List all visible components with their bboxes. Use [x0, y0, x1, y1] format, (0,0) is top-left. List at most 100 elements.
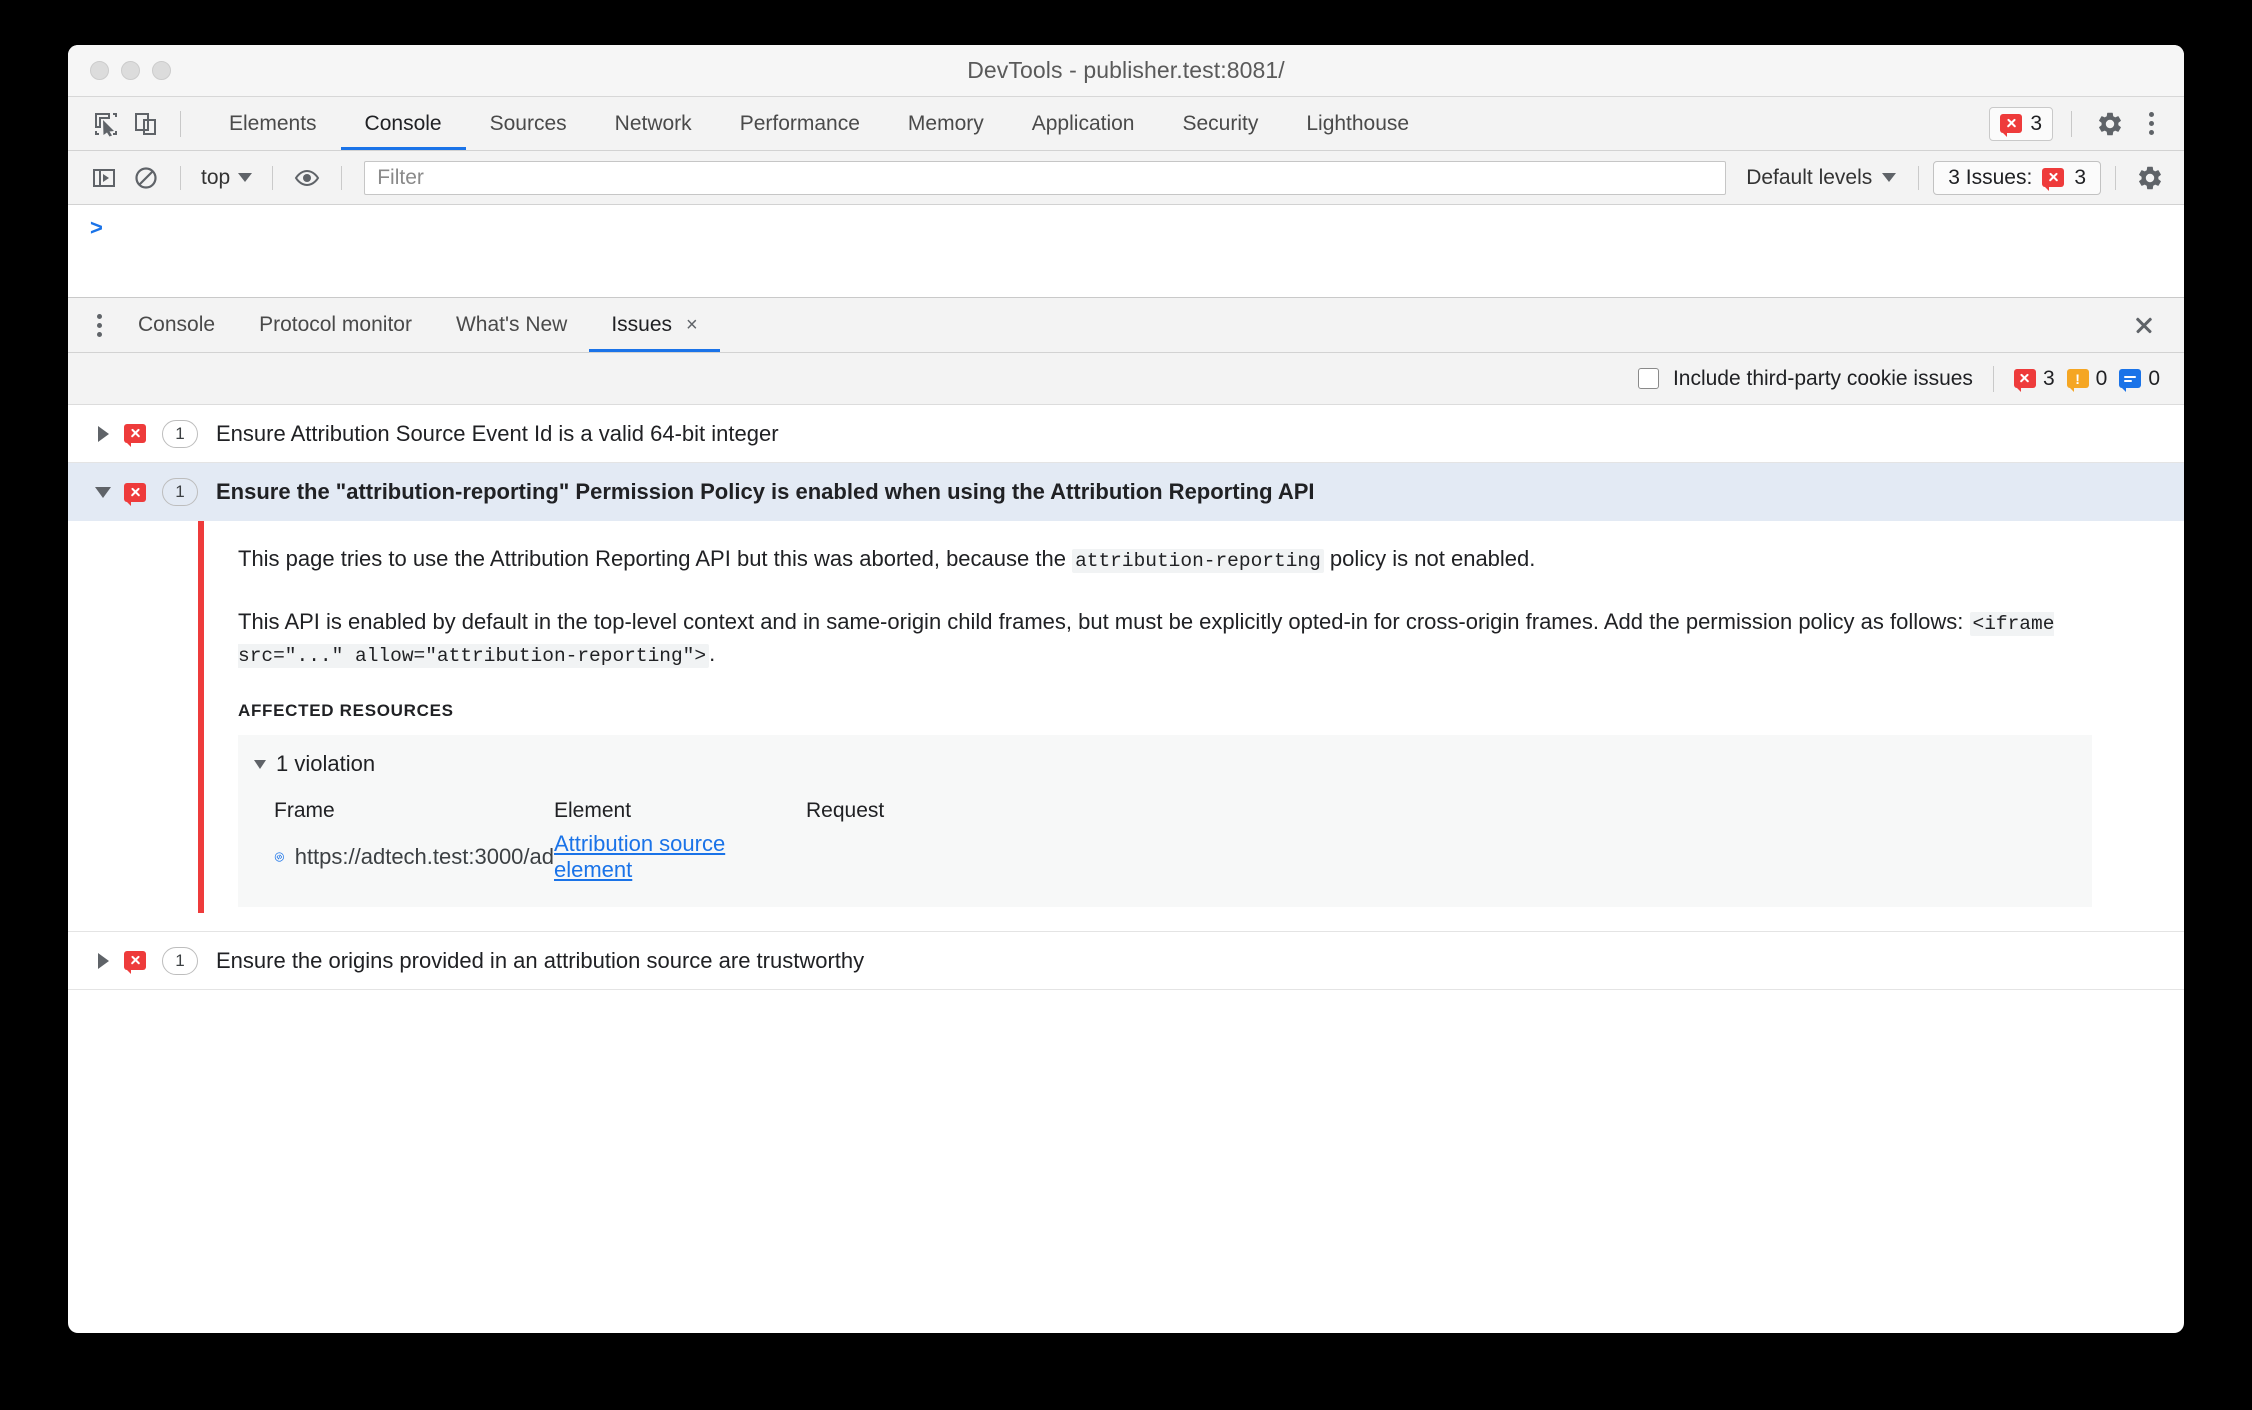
error-bubble-icon — [2013, 369, 2036, 392]
execution-context-label: top — [201, 165, 231, 189]
tab-sources[interactable]: Sources — [466, 97, 591, 150]
issue-title: Ensure Attribution Source Event Id is a … — [216, 420, 779, 446]
drawer-tab-whats-new[interactable]: What's New — [434, 298, 589, 352]
issue-count-badge: 1 — [162, 478, 198, 506]
console-toolbar-divider-5 — [2115, 165, 2116, 190]
console-toolbar-divider-3 — [341, 165, 343, 190]
issue-row[interactable]: 1 Ensure the "attribution-reporting" Per… — [68, 463, 2184, 521]
info-count-value: 0 — [2148, 366, 2160, 390]
console-prompt: > — [90, 215, 103, 240]
device-toolbar-icon[interactable] — [126, 104, 166, 144]
column-header-frame: Frame — [274, 799, 335, 823]
console-toolbar-divider-4 — [1918, 165, 1920, 190]
issues-button-label: 3 Issues: — [1948, 165, 2033, 189]
clear-console-icon[interactable] — [126, 158, 166, 198]
issues-button[interactable]: 3 Issues: 3 — [1933, 160, 2101, 195]
close-window-button[interactable] — [90, 61, 109, 80]
affected-resources-panel: 1 violation Frame Element Request https:… — [238, 735, 2092, 908]
main-tabs: Elements Console Sources Network Perform… — [205, 97, 1433, 150]
issues-toolbar: Include third-party cookie issues 3 ! 0 … — [68, 353, 2184, 405]
desktop-background: DevTools - publisher.test:8081/ Elements — [0, 0, 2252, 1410]
gear-icon[interactable] — [2130, 158, 2170, 198]
console-toolbar-divider — [180, 165, 181, 190]
log-levels-label: Default levels — [1746, 165, 1873, 189]
tab-network[interactable]: Network — [591, 97, 716, 150]
attribution-source-element-link[interactable]: Attribution source element — [554, 831, 725, 882]
error-count-button[interactable]: 3 — [1989, 106, 2053, 141]
error-bubble-icon — [124, 951, 146, 975]
chevron-down-icon — [1882, 173, 1897, 182]
include-third-party-cookie-issues-checkbox[interactable]: Include third-party cookie issues — [1637, 366, 1973, 391]
table-row: https://adtech.test:3000/ad Attribution … — [274, 831, 2092, 883]
table-header-row: Frame Element Request — [274, 799, 2092, 823]
error-bubble-icon — [124, 482, 146, 506]
devtools-window: DevTools - publisher.test:8081/ Elements — [68, 45, 2184, 1333]
issue-description-1: This page tries to use the Attribution R… — [238, 543, 2114, 576]
warning-count-value: 0 — [2095, 366, 2108, 390]
frame-cell: https://adtech.test:3000/ad — [274, 844, 554, 870]
tab-application[interactable]: Application — [1008, 97, 1159, 150]
source-code-icon — [274, 852, 284, 862]
tab-lighthouse[interactable]: Lighthouse — [1282, 97, 1433, 150]
live-expression-icon[interactable] — [287, 158, 327, 198]
close-icon[interactable]: × — [686, 314, 698, 337]
warning-bubble-icon: ! — [2066, 369, 2089, 392]
maximize-window-button[interactable] — [152, 61, 171, 80]
tab-security[interactable]: Security — [1158, 97, 1282, 150]
devtools-main-tabbar: Elements Console Sources Network Perform… — [68, 97, 2184, 151]
expand-triangle-icon[interactable] — [90, 425, 116, 442]
error-count-label: 3 — [2030, 111, 2042, 135]
log-levels-dropdown[interactable]: Default levels — [1738, 166, 1904, 190]
window-title: DevTools - publisher.test:8081/ — [967, 57, 1285, 83]
chevron-down-icon — [238, 173, 253, 182]
tab-performance[interactable]: Performance — [716, 97, 884, 150]
severity-accent-bar — [198, 521, 204, 914]
traffic-light-buttons[interactable] — [90, 61, 171, 80]
issue-description-2-text-b: . — [709, 641, 716, 667]
include-third-party-cookie-issues-label: Include third-party cookie issues — [1672, 366, 1973, 390]
violation-summary-toggle[interactable]: 1 violation — [238, 751, 2092, 777]
inspect-cursor-icon[interactable] — [86, 104, 126, 144]
issue-row[interactable]: 1 Ensure the origins provided in an attr… — [68, 932, 2184, 991]
affected-resources-label: AFFECTED RESOURCES — [238, 701, 454, 721]
drawer-tab-console[interactable]: Console — [116, 298, 237, 352]
error-bubble-icon — [124, 424, 146, 447]
expand-triangle-icon[interactable] — [90, 952, 116, 969]
tab-console[interactable]: Console — [341, 97, 466, 150]
checkbox-box — [1637, 368, 1659, 389]
console-toolbar-divider-2 — [272, 165, 274, 190]
drawer-tab-issues[interactable]: Issues × — [589, 298, 719, 352]
issue-count-badge: 1 — [162, 946, 198, 975]
drawer-tab-protocol-monitor[interactable]: Protocol monitor — [237, 298, 434, 352]
issue-description-2: This API is enabled by default in the to… — [238, 606, 2114, 671]
tab-memory[interactable]: Memory — [884, 97, 1008, 150]
violation-summary-label: 1 violation — [276, 751, 376, 777]
console-output-area[interactable]: > — [68, 205, 2184, 297]
minimize-window-button[interactable] — [121, 61, 140, 80]
tab-elements[interactable]: Elements — [205, 97, 341, 150]
error-bubble-icon — [2000, 114, 2023, 137]
collapse-triangle-icon[interactable] — [90, 486, 116, 498]
console-toolbar: top Default levels 3 Issues: 3 — [68, 151, 2184, 205]
window-titlebar: DevTools - publisher.test:8081/ — [68, 45, 2184, 97]
element-cell: Attribution source element — [554, 831, 806, 883]
toolbar-divider — [180, 110, 181, 137]
kebab-menu-icon[interactable] — [2134, 104, 2168, 144]
gear-icon[interactable] — [2090, 104, 2130, 144]
close-drawer-button[interactable] — [2126, 307, 2162, 343]
close-icon — [2134, 315, 2154, 335]
affected-resources-table: Frame Element Request https://adtech.tes… — [238, 799, 2092, 883]
issue-description-1-text-a: This page tries to use the Attribution R… — [238, 546, 1073, 571]
info-bubble-icon — [2119, 369, 2142, 392]
issue-row[interactable]: 1 Ensure Attribution Source Event Id is … — [68, 405, 2184, 463]
kebab-menu-icon[interactable] — [82, 305, 116, 345]
console-sidebar-icon[interactable] — [84, 158, 124, 198]
issues-list: 1 Ensure Attribution Source Event Id is … — [68, 405, 2184, 991]
filter-input[interactable] — [364, 160, 1727, 195]
drawer-tab-issues-label: Issues — [611, 313, 673, 336]
tabbar-divider — [2071, 110, 2072, 137]
error-bubble-icon — [2042, 168, 2065, 191]
warning-count: ! 0 — [2066, 366, 2108, 392]
execution-context-dropdown[interactable]: top — [195, 166, 258, 190]
issue-title: Ensure the origins provided in an attrib… — [216, 947, 865, 973]
